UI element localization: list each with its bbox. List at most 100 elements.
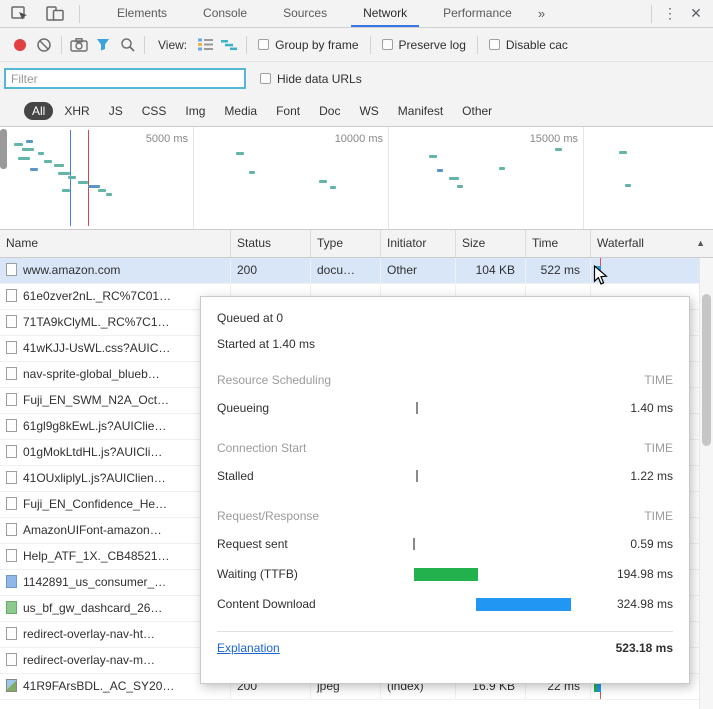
- timing-section-title: Connection Start: [217, 441, 307, 455]
- type-filter-pills: All XHR JS CSS Img Media Font Doc WS Manifest Othe…: [0, 95, 713, 127]
- timing-bar-track: [387, 597, 593, 611]
- close-button[interactable]: ✕: [683, 5, 709, 22]
- column-header-label: Size: [462, 236, 486, 250]
- name-cell: 61e0zver2nL._RC%7C01…: [0, 284, 230, 309]
- search-button[interactable]: [115, 33, 139, 57]
- hide-data-urls-checkbox[interactable]: Hide data URLs: [260, 72, 362, 86]
- overview-request-bar: [619, 151, 627, 154]
- document-icon: [6, 445, 17, 458]
- explanation-link[interactable]: Explanation: [217, 641, 280, 655]
- record-button[interactable]: [8, 33, 32, 57]
- tab-elements[interactable]: Elements: [105, 0, 179, 27]
- timing-label: Request sent: [217, 537, 288, 551]
- filter-pill-font[interactable]: Font: [268, 102, 308, 120]
- request-name: Help_ATF_1X._CB48521…: [23, 549, 170, 563]
- timing-time-column-header: TIME: [644, 441, 673, 455]
- devtools-tabs: Elements Console Sources Network Performance: [99, 0, 530, 27]
- filter-pill-doc[interactable]: Doc: [311, 102, 348, 120]
- filter-toggle-button[interactable]: [91, 33, 115, 57]
- tab-performance[interactable]: Performance: [431, 0, 524, 27]
- filter-input[interactable]: [4, 68, 246, 89]
- more-tabs-button[interactable]: »: [530, 0, 553, 27]
- device-toolbar-icon[interactable]: [43, 2, 67, 26]
- document-icon: [6, 471, 17, 484]
- disable-cache-checkbox[interactable]: Disable cac: [488, 38, 568, 52]
- timing-value: 1.22 ms: [630, 469, 673, 483]
- name-cell: redirect-overlay-nav-m…: [0, 648, 230, 673]
- overview-request-bar: [106, 193, 112, 196]
- filter-pill-css[interactable]: CSS: [134, 102, 175, 120]
- filter-pill-manifest[interactable]: Manifest: [390, 102, 451, 120]
- left-scrollbar-thumb[interactable]: [0, 129, 7, 169]
- column-header-label: Status: [237, 236, 272, 250]
- image-icon: [6, 679, 17, 692]
- column-header-time[interactable]: Time: [525, 230, 590, 257]
- document-icon: [6, 393, 17, 406]
- filter-pill-other[interactable]: Other: [454, 102, 500, 120]
- column-header-status[interactable]: Status: [230, 230, 310, 257]
- request-name: AmazonUIFont-amazon…: [23, 523, 162, 537]
- column-header-size[interactable]: Size: [455, 230, 525, 257]
- column-header-type[interactable]: Type: [310, 230, 380, 257]
- tab-network[interactable]: Network: [351, 0, 420, 27]
- filter-pill-js[interactable]: JS: [101, 102, 131, 120]
- filter-pill-ws[interactable]: WS: [351, 102, 386, 120]
- column-header-name[interactable]: Name: [0, 230, 230, 257]
- request-name: www.amazon.com: [23, 263, 121, 277]
- document-icon: [6, 549, 17, 562]
- group-by-frame-checkbox[interactable]: Group by frame: [258, 37, 359, 52]
- request-name: redirect-overlay-nav-ht…: [23, 627, 156, 641]
- large-rows-toggle-icon[interactable]: [193, 33, 217, 57]
- status-cell: 200: [230, 258, 310, 283]
- filter-row: Hide data URLs: [0, 62, 713, 95]
- devtools-tabbar: Elements Console Sources Network Performance…: [0, 0, 713, 28]
- filter-pill-xhr[interactable]: XHR: [56, 102, 97, 120]
- name-cell: redirect-overlay-nav-ht…: [0, 622, 230, 647]
- checkbox-icon: [258, 39, 270, 50]
- name-cell: 41wKJJ-UsWL.css?AUIC…: [0, 336, 230, 361]
- document-icon: [6, 523, 17, 536]
- document-icon: [6, 627, 17, 640]
- vertical-scrollbar-thumb[interactable]: [702, 294, 711, 446]
- column-header-initiator[interactable]: Initiator: [380, 230, 455, 257]
- overview-request-bar: [30, 168, 38, 171]
- overview-request-bar: [26, 140, 33, 143]
- timing-time-column-header: TIME: [644, 373, 673, 387]
- request-name: 01gMokLtdHL.js?AUICli…: [23, 445, 163, 459]
- preserve-log-checkbox[interactable]: Preserve log: [381, 38, 466, 52]
- document-icon: [6, 315, 17, 328]
- name-cell: www.amazon.com: [0, 258, 230, 283]
- filter-pill-media[interactable]: Media: [216, 102, 265, 120]
- overview-gridline: [583, 127, 584, 229]
- name-cell: 1142891_us_consumer_…: [0, 570, 230, 595]
- timing-sections: Resource Scheduling TIME Queueing 1.40 ms Co…: [217, 373, 673, 619]
- request-name: 41wKJJ-UsWL.css?AUIC…: [23, 341, 171, 355]
- hide-data-urls-label: Hide data URLs: [277, 71, 362, 86]
- overview-request-bar: [457, 185, 463, 188]
- timing-section-header: Connection Start TIME: [217, 441, 673, 455]
- filter-pill-all[interactable]: All: [24, 101, 54, 120]
- time-cell: 522 ms: [525, 258, 590, 283]
- request-name: 41R9FArsBDL._AC_SY20…: [23, 679, 175, 693]
- column-header-label: Time: [532, 236, 559, 250]
- filter-pill-img[interactable]: Img: [177, 102, 213, 120]
- checkbox-icon: [488, 39, 500, 50]
- capture-screenshots-button[interactable]: [67, 33, 91, 57]
- menu-button[interactable]: ⋮: [657, 5, 683, 22]
- vertical-scrollbar[interactable]: [699, 258, 713, 709]
- tab-console[interactable]: Console: [191, 0, 259, 27]
- inspect-element-icon[interactable]: [7, 2, 31, 26]
- document-icon: [6, 653, 17, 666]
- timing-tick: [413, 538, 415, 550]
- column-header-waterfall[interactable]: Waterfall ▲: [590, 230, 713, 257]
- column-header-label: Type: [317, 236, 344, 250]
- tab-sources[interactable]: Sources: [271, 0, 339, 27]
- network-overview-timeline[interactable]: 5000 ms 10000 ms 15000 ms: [0, 127, 713, 230]
- clear-button[interactable]: [32, 33, 56, 57]
- name-cell: AmazonUIFont-amazon…: [0, 518, 230, 543]
- show-overview-toggle-icon[interactable]: [217, 33, 241, 57]
- requests-table-header: Name Status Type Initiator Size Time Waterfall…: [0, 230, 713, 258]
- group-by-frame-label: Group by frame: [275, 37, 359, 52]
- request-name: Fuji_EN_SWM_N2A_Oct…: [23, 393, 170, 407]
- timing-bar-track: [387, 401, 593, 415]
